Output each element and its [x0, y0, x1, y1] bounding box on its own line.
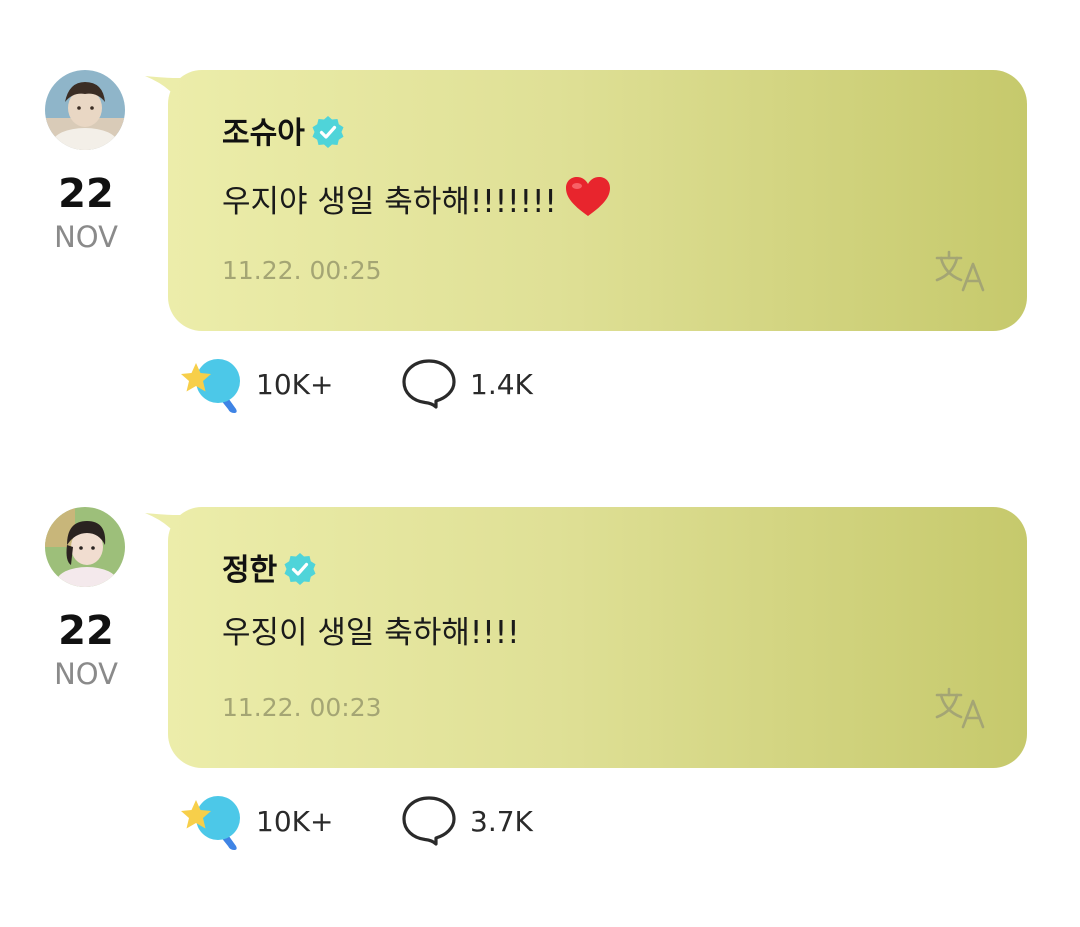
verified-badge-icon — [311, 115, 345, 153]
post-timestamp: 11.22. 00:23 — [222, 693, 382, 722]
post-date-month: NOV — [54, 657, 118, 691]
post-card: 22 NOV 정한 우징이 생일 축하해!!!! 11.22. 00:23 10… — [0, 507, 1080, 927]
message-bubble[interactable]: 정한 우징이 생일 축하해!!!! 11.22. 00:23 — [168, 507, 1027, 768]
comment-button[interactable]: 1.4K — [400, 357, 533, 413]
message-text-row: 우지야 생일 축하해!!!!!!! — [222, 176, 611, 228]
verified-badge-icon — [283, 552, 317, 590]
comment-bubble-icon — [400, 357, 458, 413]
fan-like-icon — [178, 351, 244, 419]
heart-emoji-icon — [565, 176, 611, 228]
like-button[interactable]: 10K+ — [178, 788, 400, 856]
translate-icon[interactable] — [935, 250, 987, 292]
post-actions: 10K+ 3.7K — [178, 792, 533, 852]
author-row: 정한 — [222, 551, 317, 591]
comment-button[interactable]: 3.7K — [400, 794, 533, 850]
avatar[interactable] — [45, 70, 125, 150]
post-date-day: 22 — [58, 171, 114, 217]
post-card: 22 NOV 조슈아 우지야 생일 축하해!!!!!!! 11.22. 00:2… — [0, 70, 1080, 490]
message-text-row: 우징이 생일 축하해!!!! — [222, 613, 520, 653]
translate-icon[interactable] — [935, 687, 987, 729]
fan-like-icon — [178, 788, 244, 856]
like-count: 10K+ — [256, 805, 334, 838]
comment-count: 3.7K — [470, 805, 533, 838]
post-actions: 10K+ 1.4K — [178, 355, 533, 415]
post-timestamp: 11.22. 00:25 — [222, 256, 382, 285]
message-text: 우징이 생일 축하해!!!! — [222, 615, 520, 651]
author-row: 조슈아 — [222, 114, 345, 154]
message-bubble[interactable]: 조슈아 우지야 생일 축하해!!!!!!! 11.22. 00:25 — [168, 70, 1027, 331]
author-name[interactable]: 정한 — [222, 551, 277, 591]
post-date-month: NOV — [54, 220, 118, 254]
comment-count: 1.4K — [470, 368, 533, 401]
like-count: 10K+ — [256, 368, 334, 401]
post-date-day: 22 — [58, 608, 114, 654]
message-text: 우지야 생일 축하해!!!!!!! — [222, 184, 557, 220]
author-name[interactable]: 조슈아 — [222, 114, 305, 154]
avatar[interactable] — [45, 507, 125, 587]
like-button[interactable]: 10K+ — [178, 351, 400, 419]
comment-bubble-icon — [400, 794, 458, 850]
